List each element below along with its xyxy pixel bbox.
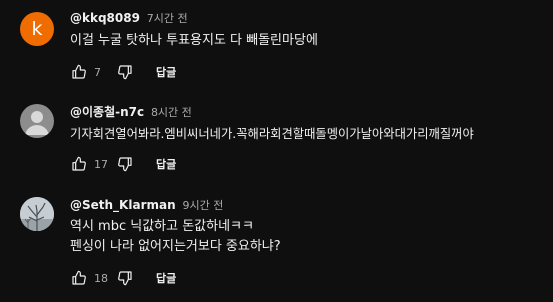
- comment-header: @Seth_Klarman 9시간 전: [70, 197, 223, 213]
- thumb-up-icon: [72, 270, 86, 285]
- comment-actions: 18 답글: [68, 267, 176, 289]
- thumb-up-icon: [72, 64, 86, 79]
- avatar[interactable]: k: [20, 12, 54, 46]
- default-avatar-icon: [25, 111, 49, 135]
- thumb-down-icon: [118, 157, 132, 172]
- comment-line: 역시 mbc 닉값하고 돈값하네ㅋㅋ: [70, 219, 254, 234]
- comment-text: 이걸 누굴 탓하나 투표용지도 다 빼돌린마당에: [70, 31, 318, 51]
- timestamp[interactable]: 8시간 전: [151, 106, 192, 119]
- comment-header: @kkq8089 7시간 전: [70, 10, 188, 26]
- avatar-letter: k: [31, 18, 43, 40]
- comment-text: 기자회견열어봐라.엠비씨너네가.꼭해라회견할때돌멩이가날아와대가리깨질꺼야: [70, 124, 474, 144]
- timestamp[interactable]: 9시간 전: [182, 199, 223, 212]
- like-button[interactable]: [68, 61, 90, 83]
- reply-button[interactable]: 답글: [156, 64, 176, 80]
- avatar[interactable]: [20, 104, 54, 138]
- comment-header: @이종철-n7c 8시간 전: [70, 103, 192, 120]
- dislike-button[interactable]: [114, 61, 136, 83]
- like-button[interactable]: [68, 267, 90, 289]
- author-name[interactable]: @Seth_Klarman: [70, 198, 176, 212]
- comment-line: 기자회견열어봐라.엠비씨너네가.꼭해라회견할때돌멩이가날아와대가리깨질꺼야: [70, 127, 474, 141]
- author-name[interactable]: @kkq8089: [70, 11, 140, 25]
- like-count: 7: [94, 65, 101, 79]
- comment-line: 이걸 누굴 탓하나 투표용지도 다 빼돌린마당에: [70, 33, 318, 48]
- timestamp[interactable]: 7시간 전: [147, 12, 188, 25]
- dislike-button[interactable]: [114, 153, 136, 175]
- dislike-button[interactable]: [114, 267, 136, 289]
- comment-text: 역시 mbc 닉값하고 돈값하네ㅋㅋ 펜싱이 나라 없어지는거보다 중요하냐?: [70, 217, 281, 257]
- author-name[interactable]: @이종철-n7c: [70, 105, 144, 119]
- like-button[interactable]: [68, 153, 90, 175]
- thumb-down-icon: [118, 271, 132, 286]
- comment-line: 펜싱이 나라 없어지는거보다 중요하냐?: [70, 239, 281, 254]
- thumb-up-icon: [72, 156, 86, 171]
- comment-actions: 17 답글: [68, 153, 176, 175]
- tree-photo-avatar: [20, 197, 54, 231]
- like-count: 18: [94, 271, 108, 285]
- like-count: 17: [94, 157, 108, 171]
- comment-actions: 7 답글: [68, 61, 176, 83]
- thumb-down-icon: [118, 65, 132, 80]
- reply-button[interactable]: 답글: [156, 270, 176, 286]
- reply-button[interactable]: 답글: [156, 156, 176, 172]
- avatar[interactable]: [20, 197, 54, 231]
